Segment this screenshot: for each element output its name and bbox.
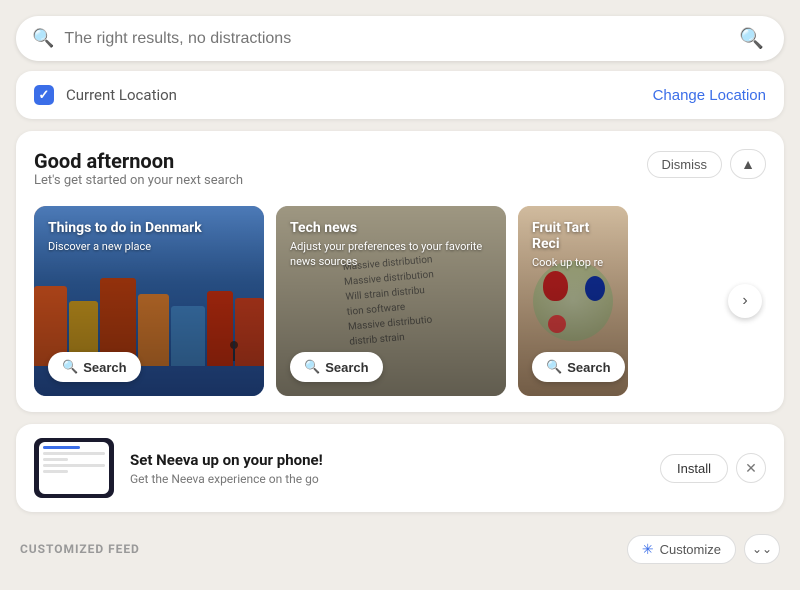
card-search-button-technews[interactable]: 🔍 Search bbox=[290, 352, 383, 382]
card-search-label-denmark: Search bbox=[83, 360, 126, 375]
card-title-denmark: Things to do in Denmark bbox=[48, 220, 250, 236]
feed-actions: ✳ Customize ⌄⌄ bbox=[627, 534, 780, 564]
greeting-title: Good afternoon bbox=[34, 149, 243, 173]
dismiss-button[interactable]: Dismiss bbox=[647, 151, 723, 178]
expand-feed-button[interactable]: ⌄⌄ bbox=[744, 534, 780, 564]
promo-title: Set Neeva up on your phone! bbox=[130, 451, 644, 469]
phone-line-1 bbox=[43, 446, 80, 449]
collapse-button[interactable]: ▲ bbox=[730, 149, 766, 179]
card-content-technews: Tech news Adjust your preferences to you… bbox=[290, 220, 492, 270]
card-search-label-fruittart: Search bbox=[567, 360, 610, 375]
search-icon-technews: 🔍 bbox=[304, 359, 320, 375]
greeting-card: Good afternoon Let's get started on your… bbox=[16, 131, 784, 412]
card-content-fruittart: Fruit Tart Reci Cook up top re bbox=[532, 220, 614, 270]
phone-line-3 bbox=[43, 458, 68, 461]
location-bar: Current Location Change Location bbox=[16, 71, 784, 119]
customize-icon: ✳ bbox=[642, 541, 654, 558]
greeting-title-group: Good afternoon Let's get started on your… bbox=[34, 149, 243, 202]
search-icon-fruittart: 🔍 bbox=[546, 359, 562, 375]
phone-line-4 bbox=[43, 464, 105, 467]
search-button-right[interactable]: 🔍 bbox=[735, 26, 768, 51]
search-icon-denmark: 🔍 bbox=[62, 359, 78, 375]
phone-line-5 bbox=[43, 470, 68, 473]
phone-line-2 bbox=[43, 452, 105, 455]
card-desc-fruittart: Cook up top re bbox=[532, 255, 614, 270]
card-title-fruittart: Fruit Tart Reci bbox=[532, 220, 614, 252]
cards-row: Things to do in Denmark Discover a new p… bbox=[34, 206, 766, 396]
feed-label: CUSTOMIZED FEED bbox=[20, 542, 140, 556]
card-search-label-technews: Search bbox=[325, 360, 368, 375]
location-checkbox[interactable] bbox=[34, 85, 54, 105]
card-desc-denmark: Discover a new place bbox=[48, 239, 250, 254]
search-icon-left: 🔍 bbox=[32, 28, 54, 49]
phone-screen-content bbox=[39, 442, 109, 480]
card-denmark: Things to do in Denmark Discover a new p… bbox=[34, 206, 264, 396]
location-label: Current Location bbox=[66, 86, 653, 104]
promo-actions: Install ✕ bbox=[660, 453, 766, 483]
greeting-header: Good afternoon Let's get started on your… bbox=[34, 149, 766, 202]
customize-label: Customize bbox=[660, 542, 721, 557]
phone-screen bbox=[39, 442, 109, 494]
promo-text: Set Neeva up on your phone! Get the Neev… bbox=[130, 451, 644, 486]
greeting-subtitle: Let's get started on your next search bbox=[34, 173, 243, 188]
install-button[interactable]: Install bbox=[660, 454, 728, 483]
feed-bar: CUSTOMIZED FEED ✳ Customize ⌄⌄ bbox=[16, 524, 784, 574]
card-search-button-denmark[interactable]: 🔍 Search bbox=[48, 352, 141, 382]
change-location-button[interactable]: Change Location bbox=[653, 87, 766, 104]
search-bar: 🔍 🔍 bbox=[16, 16, 784, 61]
card-search-button-fruittart[interactable]: 🔍 Search bbox=[532, 352, 625, 382]
next-card-button[interactable]: › bbox=[728, 284, 762, 318]
card-technews: Massive distribution Massive distributio… bbox=[276, 206, 506, 396]
promo-desc: Get the Neeva experience on the go bbox=[130, 472, 644, 486]
card-title-technews: Tech news bbox=[290, 220, 492, 236]
phone-mockup bbox=[34, 438, 114, 498]
search-input[interactable] bbox=[64, 30, 735, 48]
greeting-actions: Dismiss ▲ bbox=[647, 149, 767, 179]
card-fruittart: Fruit Tart Reci Cook up top re 🔍 Search bbox=[518, 206, 628, 396]
customize-button[interactable]: ✳ Customize bbox=[627, 535, 736, 564]
card-content-denmark: Things to do in Denmark Discover a new p… bbox=[48, 220, 250, 254]
mobile-promo: Set Neeva up on your phone! Get the Neev… bbox=[16, 424, 784, 512]
close-promo-button[interactable]: ✕ bbox=[736, 453, 766, 483]
card-desc-technews: Adjust your preferences to your favorite… bbox=[290, 239, 492, 270]
